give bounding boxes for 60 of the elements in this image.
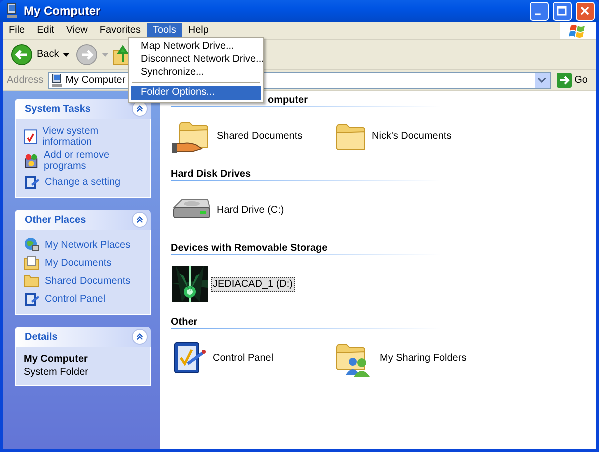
arrow-icon [556,72,572,88]
task-pane-title: Details [25,332,59,342]
menu-entry[interactable]: Folder Options... [131,86,261,100]
collapse-icon[interactable] [132,329,148,345]
go-button[interactable]: Go [554,72,594,88]
group-title: Hard Disk Drives [171,169,252,180]
control-panel-icon [24,174,40,190]
details-description: System Folder [24,367,90,378]
programs-icon [24,153,40,169]
address-label: Address [7,74,44,86]
menu-entry[interactable]: Disconnect Network Drive... [131,53,261,66]
control-panel-icon [172,340,208,376]
computer-icon [4,3,20,19]
task-pane-title: Other Places [25,214,88,226]
item-label[interactable]: My Sharing Folders [378,350,469,366]
item-label[interactable]: Control Panel [211,350,276,366]
documents-folder-icon [24,255,40,271]
dropdown-button[interactable] [534,72,550,88]
close-button[interactable] [576,2,595,20]
menu-entry[interactable]: Map Network Drive... [131,40,261,53]
flag-logo-icon [569,24,587,38]
collapse-icon[interactable] [132,212,148,228]
task-link[interactable]: My Network Places [45,240,131,250]
task-pane-header[interactable]: Details [15,327,151,347]
folder-icon [24,273,40,289]
menu-item[interactable]: View [60,23,94,38]
task-link[interactable]: Change a setting [45,176,121,188]
task-link[interactable]: Add or remove programs [44,150,148,172]
group-title: Other [171,317,198,328]
menu-item[interactable]: Tools [146,23,182,38]
menu-item[interactable]: Help [182,23,215,38]
caret-icon [538,78,546,82]
menu-item[interactable]: Favorites [94,23,147,38]
menu-item[interactable]: Edit [31,23,60,38]
forward-button[interactable] [76,44,98,66]
network-icon [24,237,40,253]
item-label[interactable]: JEDIACAD_1 (D:) [211,276,296,292]
item-label[interactable]: Hard Drive (C:) [215,202,286,218]
minimize-button[interactable] [530,2,549,20]
window-title: My Computer [24,4,102,18]
details-name: My Computer [24,354,89,365]
task-pane-header[interactable]: System Tasks [15,99,151,119]
back-label: Back [37,49,60,60]
task-pane-title: System Tasks [25,104,92,114]
computer-icon [50,74,63,86]
task-pane-header[interactable]: Other Places [15,210,151,230]
group-title: omputer [268,95,308,106]
back-button[interactable]: Back [9,42,72,68]
menu-item[interactable]: File [3,23,32,38]
task-link[interactable]: View system information [42,126,148,148]
group-title: Devices with Removable Storage [171,243,328,254]
document-icon [24,129,38,145]
task-link[interactable]: Control Panel [45,294,106,304]
task-link[interactable]: My Documents [45,258,112,268]
task-link[interactable]: Shared Documents [45,276,131,286]
caret-icon[interactable] [63,52,70,56]
control-panel-icon [24,291,40,307]
item-label[interactable]: Nick's Documents [370,128,454,144]
item-label[interactable]: Shared Documents [215,128,305,144]
maximize-button[interactable] [553,2,572,20]
